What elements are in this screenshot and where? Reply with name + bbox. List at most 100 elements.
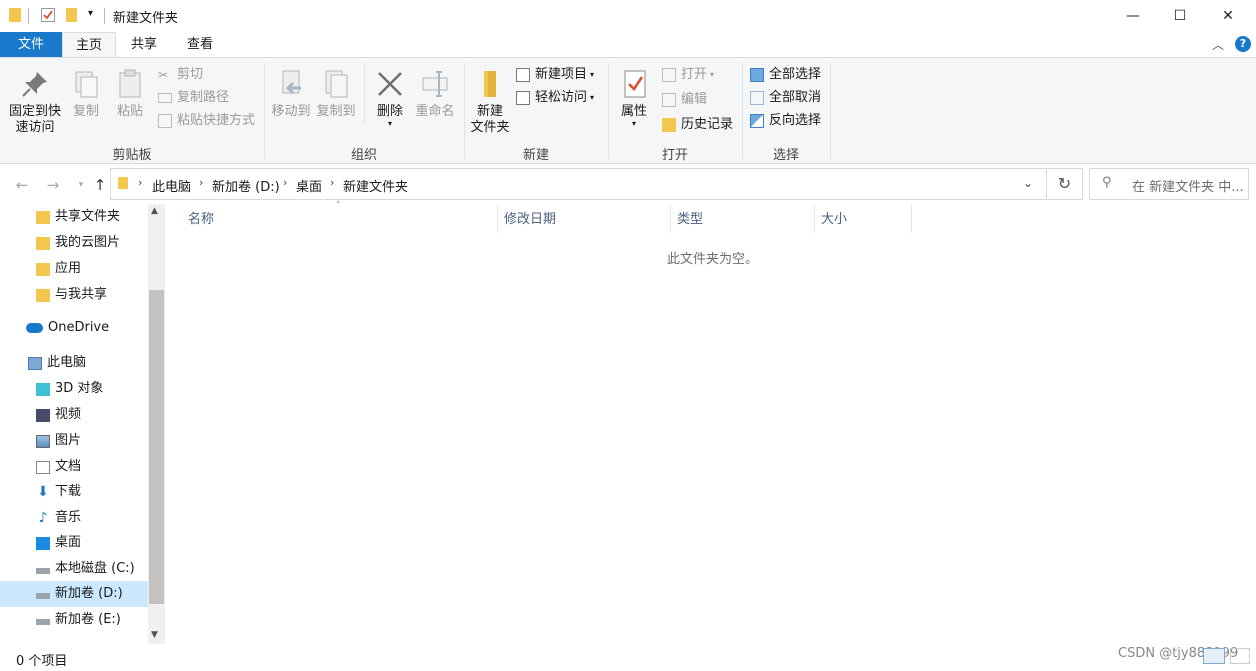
- breadcrumb-chevron-icon[interactable]: ›: [330, 176, 334, 189]
- edit-button[interactable]: 编辑: [662, 89, 707, 111]
- breadcrumb-this-pc[interactable]: 此电脑: [152, 176, 191, 195]
- tab-home[interactable]: 主页: [62, 32, 116, 57]
- collapse-ribbon-chevron-icon[interactable]: ︿: [1212, 36, 1224, 53]
- copy-path-button[interactable]: 复制路径: [158, 87, 229, 109]
- open-group-label: 打开: [661, 148, 688, 163]
- tab-view[interactable]: 查看: [172, 32, 228, 57]
- maximize-button[interactable]: ☐: [1157, 0, 1203, 32]
- customize-toolbar-chevron-icon[interactable]: ▾: [88, 8, 93, 19]
- column-header-name[interactable]: 名称: [188, 209, 214, 231]
- properties-dropdown-chevron-icon[interactable]: ▾: [614, 120, 654, 128]
- recent-locations-chevron-icon[interactable]: ▾: [72, 176, 90, 194]
- cut-button[interactable]: ✂ 剪切: [158, 64, 203, 86]
- nav-item-shared-folders[interactable]: 共享文件夹: [36, 204, 120, 230]
- select-group-label: 选择: [772, 148, 799, 163]
- divider[interactable]: [911, 205, 912, 233]
- divider[interactable]: [670, 205, 671, 233]
- onedrive-icon: [26, 323, 43, 333]
- nav-item-desktop[interactable]: 桌面: [36, 530, 81, 556]
- edit-label: 编辑: [681, 92, 708, 107]
- pin-quick-access-button[interactable]: 固定到快 速访问: [6, 68, 64, 136]
- select-all-label: 全部选择: [769, 67, 822, 82]
- details-view-icon[interactable]: [1203, 648, 1225, 664]
- up-arrow-icon[interactable]: ↑: [91, 176, 109, 194]
- delete-dropdown-chevron-icon[interactable]: ▾: [370, 120, 410, 128]
- pin-label: 固定到快 速访问: [8, 104, 61, 135]
- easy-access-icon: [516, 91, 530, 105]
- divider[interactable]: [497, 205, 498, 233]
- paste-button[interactable]: 粘贴: [110, 68, 150, 120]
- select-none-icon: [750, 91, 764, 105]
- breadcrumb-drive-d[interactable]: 新加卷 (D:): [212, 176, 280, 195]
- copy-icon: [70, 68, 102, 100]
- rename-button[interactable]: 重命名: [413, 68, 457, 120]
- breadcrumb-chevron-icon[interactable]: ›: [199, 176, 203, 189]
- nav-item-drive-d[interactable]: 新加卷 (D:): [36, 581, 123, 607]
- nav-item-drive-e[interactable]: 新加卷 (E:): [36, 607, 121, 633]
- paste-label: 粘贴: [116, 104, 143, 119]
- column-header-size[interactable]: 大小: [821, 209, 847, 231]
- delete-x-icon: [374, 68, 406, 100]
- delete-button[interactable]: 删除 ▾: [370, 68, 410, 128]
- window-title: 新建文件夹: [113, 11, 179, 26]
- new-item-icon: [516, 68, 530, 82]
- paste-shortcut-icon: [158, 114, 172, 128]
- breadcrumb-desktop[interactable]: 桌面: [296, 176, 322, 195]
- select-none-button[interactable]: 全部取消: [750, 87, 821, 109]
- large-icons-view-icon[interactable]: [1230, 648, 1250, 664]
- computer-icon: [28, 356, 42, 370]
- breadcrumb-chevron-icon[interactable]: ›: [283, 176, 287, 189]
- nav-item-videos[interactable]: 视频: [36, 402, 81, 428]
- new-item-button[interactable]: 新建项目 ▾: [516, 64, 594, 86]
- select-none-label: 全部取消: [769, 90, 822, 105]
- nav-pane-scrollbar-thumb[interactable]: [149, 290, 164, 604]
- history-button[interactable]: 历史记录: [662, 114, 733, 136]
- nav-item-pictures[interactable]: 图片: [36, 428, 81, 454]
- open-button[interactable]: 打开 ▾: [662, 64, 714, 86]
- breadcrumb-current-folder[interactable]: 新建文件夹: [343, 176, 408, 195]
- nav-item-label: 视频: [55, 407, 82, 422]
- history-label: 历史记录: [681, 117, 734, 132]
- nav-item-onedrive[interactable]: OneDrive: [26, 315, 109, 341]
- copy-to-button[interactable]: 复制到: [314, 68, 358, 120]
- column-header-type[interactable]: 类型: [677, 209, 703, 231]
- pictures-icon: [36, 434, 50, 448]
- column-header-modified[interactable]: 修改日期: [504, 209, 556, 231]
- nav-item-3d-objects[interactable]: 3D 对象: [36, 376, 103, 402]
- nav-item-music[interactable]: ♪ 音乐: [36, 505, 81, 531]
- help-icon[interactable]: ?: [1235, 36, 1251, 52]
- move-to-button[interactable]: 移动到: [269, 68, 313, 120]
- properties-button[interactable]: 属性 ▾: [614, 68, 654, 128]
- nav-item-documents[interactable]: 文档: [36, 454, 81, 480]
- minimize-button[interactable]: —: [1110, 0, 1156, 32]
- tab-file[interactable]: 文件: [0, 32, 62, 57]
- new-folder-quick-icon[interactable]: [66, 8, 77, 22]
- divider[interactable]: [814, 205, 815, 233]
- properties-quick-icon[interactable]: [41, 8, 55, 22]
- address-history-chevron-icon[interactable]: ⌄: [1023, 176, 1033, 190]
- nav-item-label: 新加卷 (D:): [55, 586, 123, 601]
- easy-access-button[interactable]: 轻松访问 ▾: [516, 87, 594, 109]
- paste-shortcut-button[interactable]: 粘贴快捷方式: [158, 110, 255, 132]
- new-folder-button[interactable]: 新建 文件夹: [468, 68, 512, 136]
- nav-item-downloads[interactable]: ⬇ 下载: [36, 479, 81, 505]
- invert-selection-button[interactable]: 反向选择: [750, 110, 821, 132]
- select-all-button[interactable]: 全部选择: [750, 64, 821, 86]
- refresh-icon[interactable]: ↻: [1047, 168, 1083, 200]
- scroll-up-chevron-icon[interactable]: ▲: [151, 206, 158, 216]
- forward-arrow-icon[interactable]: →: [44, 176, 62, 194]
- nav-item-label: 音乐: [55, 510, 82, 525]
- breadcrumb-chevron-icon[interactable]: ›: [138, 176, 142, 189]
- close-button[interactable]: ✕: [1205, 0, 1251, 32]
- nav-item-drive-c[interactable]: 本地磁盘 (C:): [36, 556, 135, 582]
- copy-label: 复制: [72, 104, 99, 119]
- tab-share[interactable]: 共享: [118, 32, 170, 57]
- easy-access-label: 轻松访问: [535, 90, 588, 105]
- nav-item-this-pc[interactable]: 此电脑: [28, 350, 86, 376]
- back-arrow-icon[interactable]: ←: [13, 176, 31, 194]
- scroll-down-chevron-icon[interactable]: ▼: [151, 630, 158, 640]
- nav-item-cloud-pictures[interactable]: 我的云图片: [36, 230, 120, 256]
- copy-button[interactable]: 复制: [66, 68, 106, 120]
- nav-item-apps[interactable]: 应用: [36, 256, 81, 282]
- nav-item-shared-with-me[interactable]: 与我共享: [36, 282, 107, 308]
